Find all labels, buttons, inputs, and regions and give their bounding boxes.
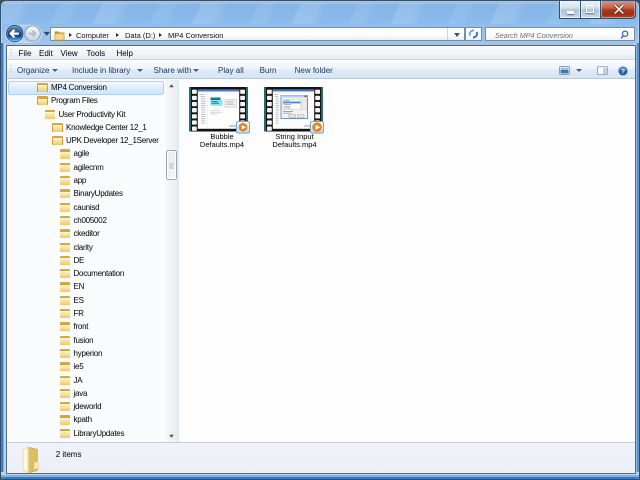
svg-text:?: ? — [620, 68, 624, 75]
